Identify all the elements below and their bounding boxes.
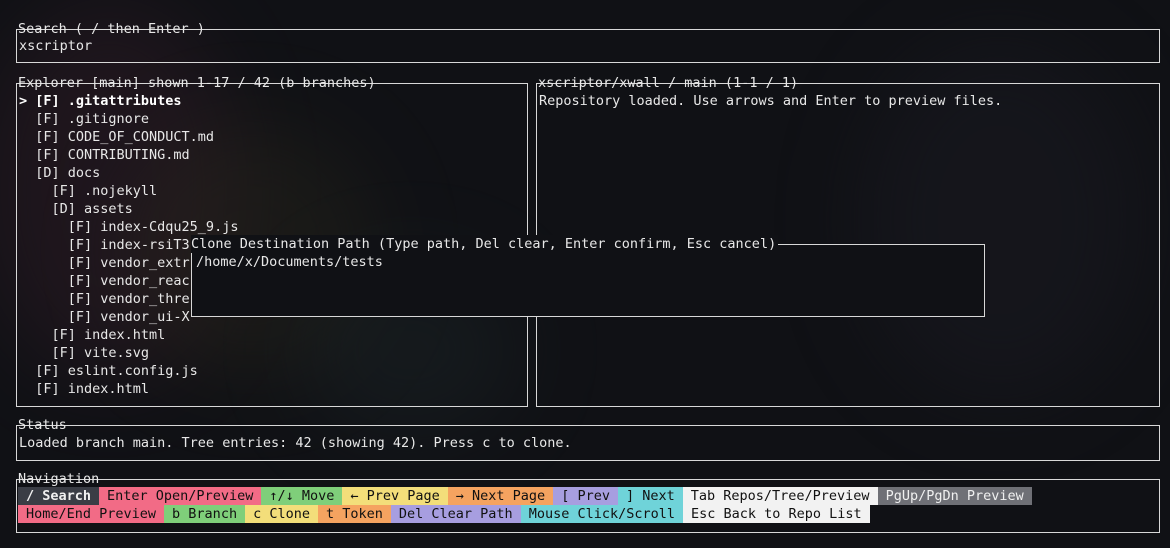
status-text: Loaded branch main. Tree entries: 42 (sh… bbox=[19, 435, 572, 451]
keybinding-badge: Esc Back to Repo List bbox=[683, 505, 870, 523]
search-pane[interactable]: Search ( / then Enter ) xscriptor bbox=[16, 21, 1160, 63]
tree-row[interactable]: [F] vite.svg bbox=[19, 344, 238, 362]
keybinding-badge: ← Prev Page bbox=[342, 487, 448, 505]
tree-row-selected[interactable]: > [F] .gitattributes bbox=[19, 92, 238, 110]
clone-path-input[interactable]: /home/x/Documents/tests bbox=[196, 253, 383, 271]
keybinding-row-2: Home/End Preview b Branch c Clone t Token De… bbox=[18, 505, 870, 523]
keybinding-badge: Del Clear Path bbox=[390, 505, 521, 523]
clone-path-dialog[interactable]: /home/x/Documents/tests bbox=[191, 244, 985, 317]
keybinding-badge: / Search bbox=[18, 487, 100, 505]
keybinding-badge: ] Next bbox=[617, 487, 683, 505]
keybinding-badge: t Token bbox=[317, 505, 391, 523]
keybinding-badge: PgUp/PgDn Preview bbox=[877, 487, 1032, 505]
status-pane-title: Status bbox=[18, 417, 67, 433]
tree-row[interactable]: [F] CODE_OF_CONDUCT.md bbox=[19, 128, 238, 146]
tree-row[interactable]: [F] CONTRIBUTING.md bbox=[19, 146, 238, 164]
tree-row[interactable]: [D] assets bbox=[19, 200, 238, 218]
keybinding-badge: [ Prev bbox=[553, 487, 618, 505]
search-pane-title: Search ( / then Enter ) bbox=[18, 21, 205, 37]
status-pane: Status Loaded branch main. Tree entries:… bbox=[16, 417, 1160, 461]
search-input[interactable]: xscriptor bbox=[19, 37, 92, 55]
explorer-pane-title: Explorer [main] shown 1-17 / 42 (b branc… bbox=[18, 75, 376, 91]
tree-row[interactable]: [F] index-Cdqu25_9.js bbox=[19, 218, 239, 236]
tree-row[interactable]: [D] docs bbox=[19, 164, 238, 182]
dialog-border bbox=[772, 244, 985, 245]
tree-row[interactable]: [F] eslint.config.js bbox=[19, 362, 238, 380]
navigation-pane-title: Navigation bbox=[18, 471, 100, 487]
keybinding-badge: Mouse Click/Scroll bbox=[520, 505, 683, 523]
keybinding-badge: ↑/↓ Move bbox=[261, 487, 343, 505]
tree-row[interactable]: [F] .nojekyll bbox=[19, 182, 238, 200]
tree-row[interactable]: [F] index.html bbox=[19, 380, 238, 398]
keybinding-badge: Home/End Preview bbox=[18, 505, 165, 523]
tree-row[interactable]: [F] index.html bbox=[19, 326, 238, 344]
keybinding-badge: Tab Repos/Tree/Preview bbox=[682, 487, 878, 505]
keybinding-row-1: / Search Enter Open/Preview ↑/↓ Move ← Prev… bbox=[18, 487, 1032, 505]
keybinding-badge: b Branch bbox=[164, 505, 246, 523]
keybinding-badge: Enter Open/Preview bbox=[99, 487, 262, 505]
preview-text: Repository loaded. Use arrows and Enter … bbox=[539, 93, 1003, 109]
tree-row[interactable]: [F] .gitignore bbox=[19, 110, 238, 128]
keybinding-badge: → Next Page bbox=[447, 487, 554, 505]
keybinding-badge: c Clone bbox=[245, 505, 318, 523]
clone-dialog-title: Clone Destination Path (Type path, Del c… bbox=[191, 235, 779, 253]
preview-pane-title: xscriptor/xwall / main (1-1 / 1) bbox=[538, 75, 799, 91]
